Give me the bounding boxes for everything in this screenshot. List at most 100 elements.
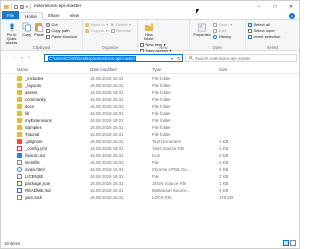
rename-button[interactable]: Rename — [110, 28, 131, 33]
row-checkbox[interactable] — [9, 126, 13, 130]
delete-button[interactable]: ✕ Delete ▾ — [111, 22, 132, 27]
customize-dropdown-icon[interactable]: ▾ — [26, 4, 28, 9]
file-row[interactable]: _includes 16.08.2018 16:31 File folder — [1, 75, 299, 82]
row-checkbox[interactable] — [9, 133, 13, 137]
file-type: File — [152, 160, 159, 165]
maximize-button[interactable]: □ — [267, 1, 283, 12]
details-view-icon[interactable] — [283, 240, 289, 246]
file-row[interactable]: community 16.08.2018 16:31 File folder — [1, 96, 299, 103]
row-checkbox[interactable] — [9, 119, 13, 123]
tab-home[interactable]: Home — [19, 12, 43, 20]
file-row[interactable]: .gitignore 16.08.2018 16:31 Text Document 1… — [1, 138, 299, 145]
address-bar[interactable]: C:\Users\Chris\Desktop\extensions-api-ma… — [44, 54, 183, 62]
new-folder-icon — [145, 23, 154, 31]
move-to-button[interactable]: Move to ▾ — [85, 22, 108, 27]
file-row[interactable]: Gemfile 16.08.2018 16:31 File 1 KB — [1, 159, 299, 166]
row-checkbox[interactable] — [9, 77, 13, 81]
file-row[interactable]: package.json 16.08.2018 16:31 JSON Source … — [1, 180, 299, 187]
row-checkbox[interactable] — [9, 140, 13, 144]
row-checkbox[interactable] — [9, 161, 13, 165]
file-row[interactable]: _config.yml 16.08.2018 16:31 Yaml Source F… — [1, 145, 299, 152]
file-row[interactable]: lib 16.08.2018 16:31 File folder — [1, 110, 299, 117]
file-rows: _includes 16.08.2018 16:31 File folder _lay… — [1, 75, 299, 201]
file-type: File folder — [152, 97, 171, 102]
row-checkbox[interactable] — [9, 196, 13, 200]
back-arrow-icon[interactable]: ← — [4, 54, 10, 62]
close-button[interactable]: ✕ — [283, 1, 299, 12]
column-size[interactable]: Size — [219, 67, 227, 72]
scissors-icon — [45, 22, 50, 27]
address-dropdown-icon[interactable]: ▾ — [171, 55, 173, 62]
paste-shortcut-icon — [45, 34, 50, 39]
history-button[interactable]: History — [213, 34, 232, 39]
file-row[interactable]: Samples 16.08.2018 16:31 File folder — [1, 124, 299, 131]
up-arrow-icon[interactable]: ↑ — [26, 54, 32, 62]
paste-button[interactable]: Paste — [34, 21, 45, 37]
row-checkbox[interactable] — [9, 189, 13, 193]
file-size: 2 KB — [219, 167, 229, 172]
file-row[interactable]: LICENSE 16.08.2018 16:31 File 2 KB — [1, 173, 299, 180]
row-checkbox[interactable] — [9, 154, 13, 158]
row-checkbox[interactable] — [9, 91, 13, 95]
row-checkbox[interactable] — [9, 168, 13, 172]
file-type: File folder — [152, 111, 171, 116]
row-checkbox[interactable] — [9, 84, 13, 88]
file-date-modified: 16.08.2018 16:31 — [90, 181, 124, 186]
search-box[interactable]: Search extensions-api-master — [185, 54, 297, 62]
file-row[interactable]: index.html 16.08.2018 16:31 Chrome HTML Do… — [1, 166, 299, 173]
file-type: Chrome HTML Do... — [152, 167, 191, 172]
ribbon: Pin to Quick access Copy Paste Cut Copy … — [1, 20, 299, 53]
row-checkbox[interactable] — [9, 175, 13, 179]
file-name: favicon.ico — [25, 153, 46, 158]
file-row[interactable]: Tutorial 16.08.2018 16:31 File folder — [1, 131, 299, 138]
open-button[interactable]: Open ▾ — [213, 22, 232, 27]
ico-file-icon — [17, 153, 22, 158]
row-checkbox[interactable] — [9, 98, 13, 102]
file-row[interactable]: yarn.lock 16.08.2018 16:31 LOCK File 176 KB — [1, 194, 299, 201]
large-icons-view-icon[interactable] — [290, 240, 296, 246]
file-row[interactable]: myExtensions 16.08.2018 18:22 File folder — [1, 117, 299, 124]
file-row[interactable]: _layouts 16.08.2018 16:31 File folder — [1, 82, 299, 89]
select-all-button[interactable]: Select all — [248, 22, 280, 27]
invert-selection-button[interactable]: Invert selection — [248, 34, 280, 39]
row-checkbox[interactable] — [9, 105, 13, 109]
minimize-button[interactable]: – — [251, 1, 267, 12]
row-checkbox[interactable] — [9, 112, 13, 116]
pin-to-quick-access-button[interactable]: Pin to Quick access — [3, 21, 20, 45]
edit-button[interactable]: Edit — [213, 28, 232, 33]
column-name[interactable]: Name — [17, 67, 28, 72]
address-path[interactable]: C:\Users\Chris\Desktop\extensions-api-ma… — [48, 55, 137, 61]
file-row[interactable]: README.md 16.08.2018 16:31 Markdown Source… — [1, 187, 299, 194]
properties-button[interactable]: Properties — [192, 21, 212, 37]
folder-icon — [4, 4, 9, 9]
refresh-icon[interactable]: ↻ — [177, 55, 181, 62]
paste-shortcut-button[interactable]: Paste shortcut — [45, 34, 77, 39]
new-folder-button[interactable]: New folder — [140, 21, 158, 41]
file-row[interactable]: assets 16.08.2018 16:31 File folder — [1, 89, 299, 96]
folder-icon — [17, 132, 22, 137]
file-row[interactable]: favicon.ico 16.08.2018 16:31 Icon 2 KB — [1, 152, 299, 159]
file-type: Icon — [152, 153, 161, 158]
open-group-label: Open — [212, 45, 223, 50]
tab-view[interactable]: View — [65, 11, 84, 19]
file-row[interactable]: docs 16.08.2018 16:31 File folder — [1, 103, 299, 110]
recent-locations-chevron-icon[interactable]: ▾ — [20, 54, 24, 62]
paste-label: Paste — [34, 33, 44, 37]
tab-file[interactable]: File — [2, 11, 20, 19]
copy-button[interactable]: Copy — [21, 21, 32, 37]
properties-quick-icon[interactable] — [14, 4, 18, 9]
file-date-modified: 16.08.2018 16:31 — [90, 111, 124, 116]
column-date-modified[interactable]: Date modified — [90, 67, 117, 72]
forward-arrow-icon[interactable]: → — [12, 54, 18, 62]
column-type[interactable]: Type — [152, 67, 161, 72]
select-none-button[interactable]: Select none — [248, 28, 280, 33]
copy-to-button[interactable]: Copy to ▾ — [85, 28, 108, 33]
cut-button[interactable]: Cut — [45, 22, 77, 27]
help-icon[interactable]: ? — [289, 13, 295, 19]
new-folder-quick-icon[interactable] — [20, 4, 24, 9]
row-checkbox[interactable] — [9, 182, 13, 186]
row-checkbox[interactable] — [9, 147, 13, 151]
quick-access-toolbar: ▾ — [1, 4, 32, 9]
tab-share[interactable]: Share — [43, 11, 65, 19]
copy-path-button[interactable]: Copy path — [45, 28, 77, 33]
